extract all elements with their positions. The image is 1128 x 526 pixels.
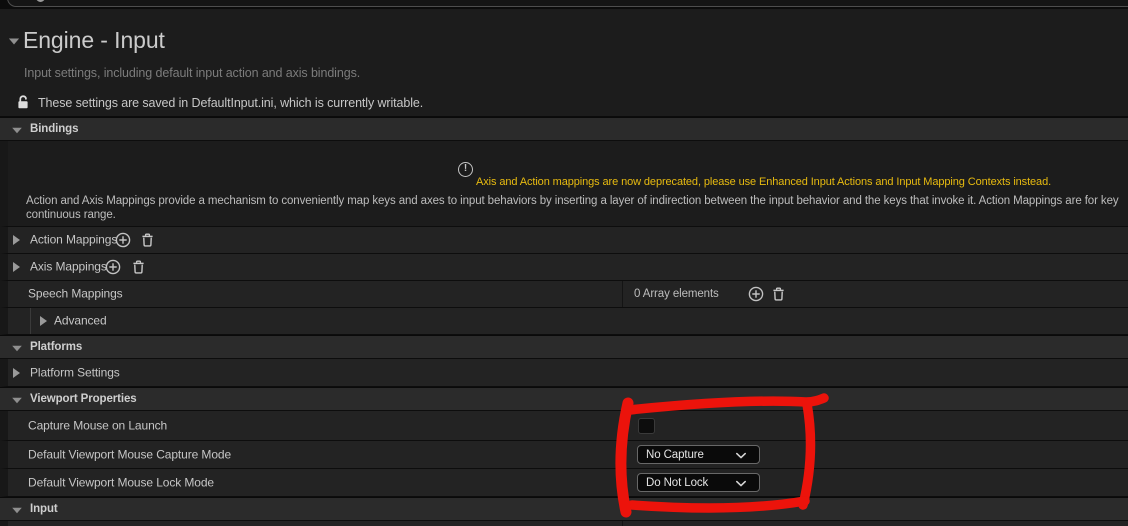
section-header-bindings[interactable]: Bindings [0, 117, 1128, 141]
row-label: Default Viewport Mouse Capture Mode [28, 447, 231, 461]
warning-icon: ! [458, 162, 473, 177]
section-title: Platforms [30, 341, 82, 353]
bindings-description-line1: Action and Axis Mappings provide a mecha… [26, 195, 1128, 207]
add-speech-mapping-button[interactable] [748, 286, 764, 302]
row-default-viewport-mouse-lock-mode: Default Viewport Mouse Lock Mode Do Not … [0, 469, 1128, 497]
chevron-down-icon [735, 480, 747, 488]
row-axis-mappings[interactable]: Axis Mappings [0, 254, 1128, 281]
top-strip [0, 0, 1128, 9]
chevron-down-icon [735, 452, 747, 460]
row-action-mappings[interactable]: Action Mappings [0, 227, 1128, 254]
mouse-capture-mode-dropdown[interactable]: No Capture [637, 445, 760, 464]
column-divider [622, 441, 623, 468]
deprecation-warning: Axis and Action mappings are now depreca… [476, 176, 1051, 188]
section-header-input[interactable]: Input [0, 497, 1128, 521]
triangle-right-icon [13, 235, 20, 245]
row-label: Capture Mouse on Launch [28, 418, 167, 432]
project-settings-panel: Engine - Input Input settings, including… [0, 0, 1128, 526]
section-header-viewport-properties[interactable]: Viewport Properties [0, 387, 1128, 411]
column-divider [622, 411, 623, 440]
row-label: Speech Mappings [28, 287, 123, 301]
dropdown-selected-value: No Capture [646, 449, 704, 461]
row-label: Axis Mappings [30, 260, 107, 274]
page-title: Engine - Input [23, 27, 165, 54]
column-divider [622, 521, 623, 526]
column-divider [622, 281, 623, 307]
row-platform-settings[interactable]: Platform Settings [0, 359, 1128, 387]
row-label: Action Mappings [30, 233, 117, 247]
triangle-down-icon [12, 508, 22, 514]
clear-axis-mappings-button[interactable] [131, 259, 146, 275]
bindings-description-block: ! Axis and Action mappings are now depre… [0, 141, 1128, 227]
triangle-down-icon [12, 398, 22, 404]
row-label: Advanced [54, 314, 107, 328]
triangle-right-icon [13, 368, 20, 378]
section-title: Bindings [30, 123, 78, 135]
section-header-platforms[interactable]: Platforms [0, 335, 1128, 359]
row-partial-bottom [0, 521, 1128, 526]
mouse-lock-mode-dropdown[interactable]: Do Not Lock [637, 473, 760, 492]
row-speech-mappings: Speech Mappings 0 Array elements [0, 281, 1128, 308]
row-default-viewport-mouse-capture-mode: Default Viewport Mouse Capture Mode No C… [0, 441, 1128, 469]
search-input[interactable] [7, 0, 1128, 7]
section-title: Input [30, 503, 58, 515]
triangle-right-icon [13, 262, 20, 272]
indent-guide [30, 308, 31, 334]
column-divider [622, 469, 623, 496]
capture-mouse-on-launch-checkbox[interactable] [638, 418, 655, 434]
clear-speech-mappings-button[interactable] [771, 286, 786, 302]
page-header: Engine - Input Input settings, including… [0, 9, 1128, 117]
config-file-notice: These settings are saved in DefaultInput… [38, 96, 423, 110]
triangle-right-icon [40, 316, 47, 326]
row-advanced[interactable]: Advanced [0, 308, 1128, 335]
section-title: Viewport Properties [30, 393, 137, 405]
row-label: Default Viewport Mouse Lock Mode [28, 475, 214, 489]
row-label: Platform Settings [30, 365, 120, 379]
unlock-icon [15, 93, 31, 110]
dropdown-selected-value: Do Not Lock [646, 477, 708, 489]
triangle-down-icon [12, 128, 22, 134]
collapse-caret-icon[interactable] [9, 39, 19, 45]
clear-action-mappings-button[interactable] [140, 232, 155, 248]
page-subtitle: Input settings, including default input … [24, 66, 360, 80]
row-capture-mouse-on-launch: Capture Mouse on Launch [0, 411, 1128, 441]
add-axis-mapping-button[interactable] [105, 259, 121, 275]
array-elements-count: 0 Array elements [634, 288, 719, 300]
add-action-mapping-button[interactable] [115, 232, 131, 248]
bindings-description-line2: continuous range. [26, 209, 1128, 221]
triangle-down-icon [12, 346, 22, 352]
